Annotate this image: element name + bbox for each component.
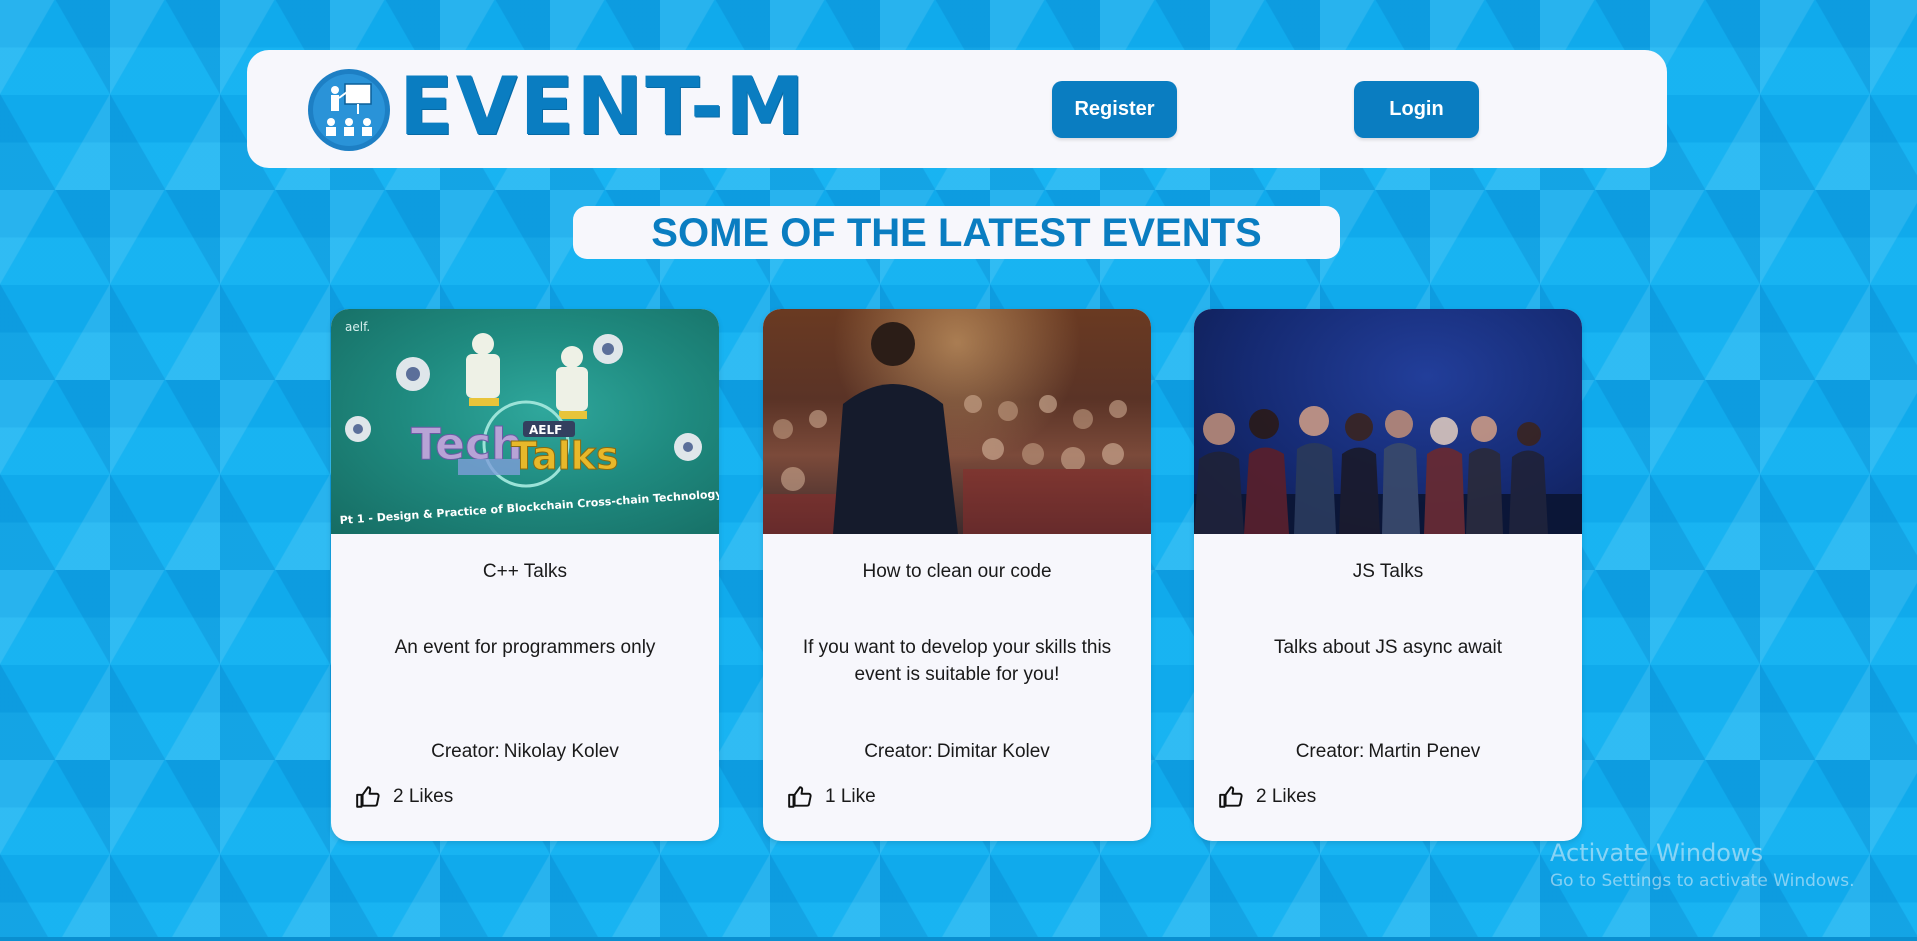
event-description: If you want to develop your skills this …	[802, 637, 1112, 685]
creator-label: Creator:	[864, 741, 933, 762]
event-image	[1194, 309, 1582, 534]
image-text-secondary: Talks	[511, 434, 619, 478]
thumbs-up-icon[interactable]	[1218, 784, 1244, 810]
event-card[interactable]: How to clean our code If you want to dev…	[763, 309, 1151, 841]
event-description: An event for programmers only	[394, 637, 656, 658]
event-title: How to clean our code	[862, 561, 1052, 582]
likes-count: 1 Like	[825, 786, 876, 807]
event-card[interactable]: aelf. Tech Talks AELF Pt 1 - Design & Pr…	[331, 309, 719, 841]
event-creator: Creator: Nikolay Kolev	[331, 741, 719, 763]
likes-count: 2 Likes	[1256, 786, 1317, 807]
image-corner-text: aelf.	[345, 320, 370, 334]
creator-name: Nikolay Kolev	[503, 741, 619, 762]
thumbs-up-icon[interactable]	[787, 784, 813, 810]
creator-label: Creator:	[1295, 741, 1365, 762]
conference-photo	[763, 322, 1151, 534]
creator-label: Creator:	[431, 741, 500, 762]
bottom-strip	[0, 937, 1917, 941]
event-description: Talks about JS async await	[1273, 637, 1503, 658]
login-button[interactable]: Login	[1354, 81, 1479, 138]
like-button[interactable]: 1 Like	[787, 784, 876, 810]
brand-name[interactable]: EVENT-M	[399, 62, 807, 152]
event-image: aelf. Tech Talks AELF Pt 1 - Design & Pr…	[331, 309, 719, 534]
thumbs-up-icon[interactable]	[355, 784, 381, 810]
event-image	[763, 309, 1151, 534]
watermark-subtitle: Go to Settings to activate Windows.	[1550, 871, 1855, 891]
likes-count: 2 Likes	[393, 786, 454, 807]
creator-name: Dimitar Kolev	[936, 741, 1050, 762]
tech-talks-illustration: aelf. Tech Talks AELF Pt 1 - Design & Pr…	[339, 320, 719, 527]
image-badge: AELF	[529, 423, 562, 437]
event-title: JS Talks	[1352, 561, 1424, 582]
like-button[interactable]: 2 Likes	[1218, 784, 1316, 810]
event-creator: Creator: Martin Penev	[1194, 741, 1582, 763]
image-caption: Pt 1 - Design & Practice of Blockchain C…	[339, 487, 719, 527]
creator-name: Martin Penev	[1368, 741, 1481, 762]
register-button[interactable]: Register	[1052, 81, 1177, 138]
windows-watermark: Activate Windows Go to Settings to activ…	[1550, 838, 1855, 894]
site-header: EVENT-M Register Login	[247, 50, 1667, 168]
section-title: SOME OF THE LATEST EVENTS	[573, 206, 1340, 259]
like-button[interactable]: 2 Likes	[355, 784, 453, 810]
watermark-title: Activate Windows	[1550, 839, 1764, 867]
event-creator: Creator: Dimitar Kolev	[763, 741, 1151, 763]
audience-photo	[1194, 406, 1582, 534]
logo-icon[interactable]	[307, 68, 391, 152]
event-title: C++ Talks	[482, 561, 568, 582]
event-card[interactable]: JS Talks Talks about JS async await Crea…	[1194, 309, 1582, 841]
